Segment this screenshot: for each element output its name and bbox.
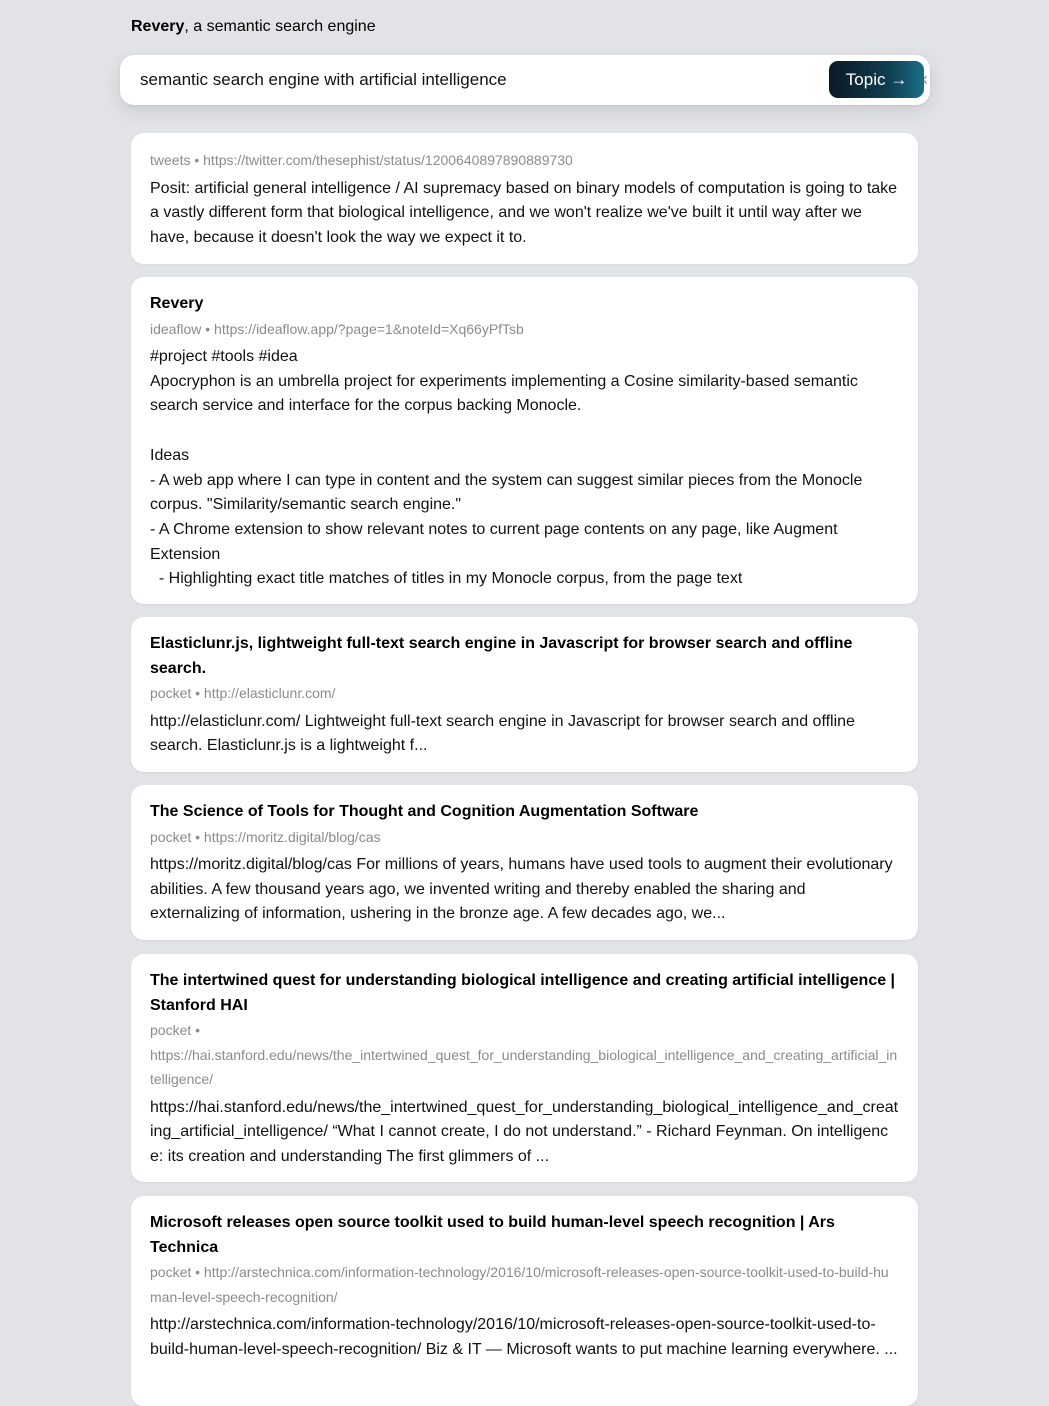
topic-button[interactable]: Topic → (829, 61, 924, 98)
result-meta: pocket • http://arstechnica.com/informat… (150, 1264, 889, 1305)
result-card[interactable]: The intertwined quest for understanding … (131, 954, 918, 1182)
search-input[interactable] (140, 65, 780, 95)
result-meta-source: pocket • (150, 1022, 201, 1038)
result-body: http://arstechnica.com/information-techn… (150, 1316, 898, 1358)
result-title[interactable]: Microsoft releases open source toolkit u… (150, 1211, 899, 1260)
result-body: http://elasticlunr.com/ Lightweight full… (150, 712, 860, 755)
result-body: #project #tools #idea Apocryphon is an u… (150, 348, 863, 588)
app-header: Revery, a semantic search engine (131, 16, 376, 38)
result-meta: tweets • https://twitter.com/thesephist/… (150, 152, 573, 168)
result-card[interactable]: tweets • https://twitter.com/thesephist/… (131, 133, 918, 264)
result-title[interactable]: The intertwined quest for understanding … (150, 969, 899, 1018)
result-card[interactable]: Revery ideaflow • https://ideaflow.app/?… (131, 277, 918, 604)
result-title[interactable]: The Science of Tools for Thought and Cog… (150, 800, 899, 825)
result-meta: pocket • https://moritz.digital/blog/cas (150, 828, 381, 845)
search-bar: × (120, 55, 930, 105)
result-body: https://moritz.digital/blog/cas For mill… (150, 856, 898, 923)
result-title[interactable]: Elasticlunr.js, lightweight full-text se… (150, 632, 899, 681)
result-body: Posit: artificial general intelligence /… (150, 179, 902, 246)
result-card[interactable]: Elasticlunr.js, lightweight full-text se… (131, 617, 918, 772)
result-card[interactable]: The Science of Tools for Thought and Cog… (131, 785, 918, 940)
result-card[interactable]: Microsoft releases open source toolkit u… (131, 1196, 918, 1406)
result-meta: https://hai.stanford.edu/news/the_intert… (150, 1046, 898, 1088)
app-brand: Revery (131, 18, 185, 35)
result-meta: ideaflow • https://ideaflow.app/?page=1&… (150, 320, 524, 337)
app-tagline: , a semantic search engine (184, 18, 376, 35)
result-body: https://hai.stanford.edu/news/the_intert… (150, 1098, 899, 1165)
result-meta: pocket • http://elasticlunr.com/ (150, 685, 336, 701)
result-title[interactable]: Revery (150, 292, 899, 317)
